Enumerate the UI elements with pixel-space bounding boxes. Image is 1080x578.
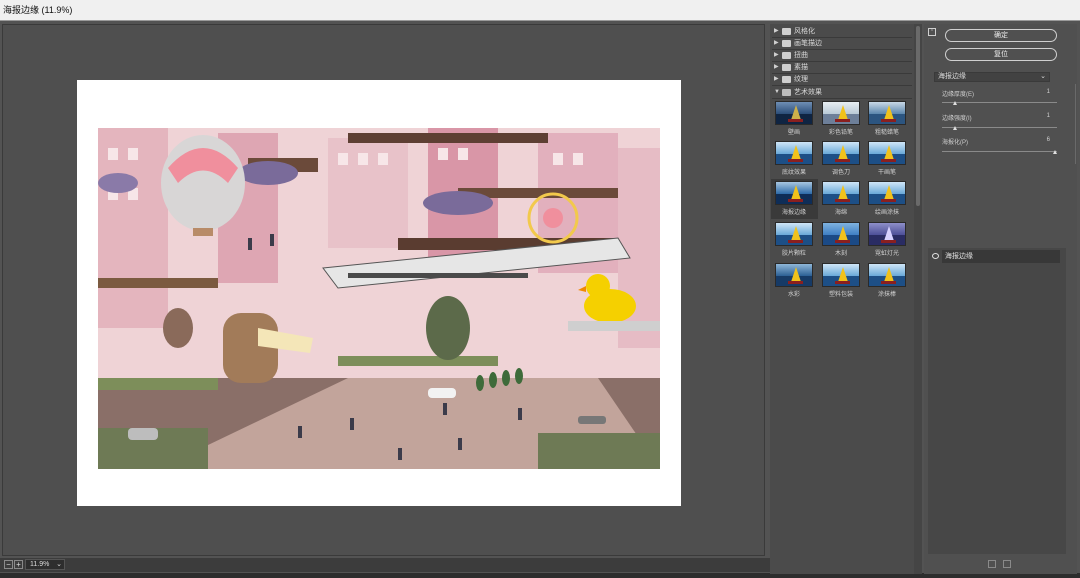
chevron-down-icon: ⌄ <box>56 561 62 568</box>
folder-icon <box>782 76 791 83</box>
edge-thickness-value[interactable]: 1 <box>1036 89 1050 95</box>
expand-triangle-icon: ▶ <box>774 52 779 58</box>
filter-label: 粗糙蜡笔 <box>874 130 899 136</box>
new-effect-layer-icon[interactable] <box>988 560 996 568</box>
edge-thickness-slider-knob[interactable] <box>953 101 958 105</box>
folder-label: 画笔描边 <box>794 40 822 47</box>
collapse-triangle-icon: ▼ <box>774 89 780 95</box>
filter-thumb-fresco[interactable] <box>775 101 813 125</box>
zoom-out-button[interactable]: − <box>4 560 13 569</box>
filter-thumb-watercolor[interactable] <box>775 263 813 287</box>
filter-thumb-film-grain[interactable] <box>775 222 813 246</box>
filter-label: 涂抹棒 <box>877 292 896 298</box>
folder-label: 艺术效果 <box>794 89 822 96</box>
folder-label: 扭曲 <box>794 52 808 59</box>
eye-icon[interactable] <box>932 253 939 259</box>
edge-intensity-label: 边缘强度(I) <box>942 116 972 122</box>
edge-intensity-slider[interactable] <box>942 127 1057 128</box>
filter-thumb-paint-daubs[interactable] <box>868 181 906 205</box>
folder-icon <box>782 40 791 47</box>
trash-icon[interactable] <box>1003 560 1011 568</box>
posterization-value[interactable]: 6 <box>1036 137 1050 143</box>
filter-thumb-palette-knife[interactable] <box>822 141 860 165</box>
folder-artistic[interactable]: ▼ 艺术效果 <box>772 87 912 99</box>
effect-layer-row[interactable]: 海报边缘 <box>942 250 1060 263</box>
filter-label: 海报边缘 <box>781 210 806 216</box>
filter-label: 绘画涂抹 <box>874 210 899 216</box>
filter-label: 壁画 <box>787 130 800 136</box>
filter-thumb-plastic-wrap[interactable] <box>822 263 860 287</box>
reset-button[interactable]: 复位 <box>945 48 1057 61</box>
filter-label: 彩色铅笔 <box>828 130 853 136</box>
filter-thumb-cutout[interactable] <box>822 222 860 246</box>
open-folder-icon <box>782 89 791 96</box>
filter-label: 霓虹灯光 <box>874 251 899 257</box>
filter-label: 水彩 <box>787 292 800 298</box>
filter-thumb-colored-pencil[interactable] <box>822 101 860 125</box>
expand-triangle-icon: ▶ <box>774 64 779 70</box>
folder-texture[interactable]: ▶ 纹理 <box>772 74 912 86</box>
folder-label: 纹理 <box>794 76 808 83</box>
edge-thickness-label: 边缘厚度(E) <box>942 92 974 98</box>
posterization-slider-knob[interactable] <box>1053 150 1057 154</box>
filter-label: 干画笔 <box>877 170 896 176</box>
filter-label: 塑料包装 <box>828 292 853 298</box>
folder-sketch[interactable]: ▶ 素描 <box>772 62 912 74</box>
posterization-label: 海报化(P) <box>942 140 968 146</box>
edge-thickness-slider[interactable] <box>942 102 1057 103</box>
preview-image[interactable] <box>98 128 660 469</box>
folder-icon <box>782 52 791 59</box>
preview-artwork <box>98 128 660 469</box>
expand-triangle-icon: ▶ <box>774 28 779 34</box>
window-title: 海报边缘 (11.9%) <box>0 0 1080 20</box>
folder-label: 素描 <box>794 64 808 71</box>
filter-thumb-dry-brush[interactable] <box>868 141 906 165</box>
filter-thumb-sponge[interactable] <box>822 181 860 205</box>
expand-triangle-icon: ▶ <box>774 40 779 46</box>
folder-label: 风格化 <box>794 28 815 35</box>
filter-thumb-poster-edges[interactable] <box>775 181 813 205</box>
folder-icon <box>782 64 791 71</box>
zoom-dropdown[interactable]: 11.9% ⌄ <box>25 559 65 570</box>
filter-thumb-rough-pastels[interactable] <box>868 101 906 125</box>
gallery-scrollbar-thumb[interactable] <box>916 26 920 206</box>
filter-thumb-underpainting[interactable] <box>775 141 813 165</box>
edge-intensity-slider-knob[interactable] <box>953 126 958 130</box>
status-bar: − + 11.9% ⌄ <box>0 558 770 572</box>
folder-stylize[interactable]: ▶ 风格化 <box>772 26 912 38</box>
filter-select[interactable]: 海报边缘 ⌄ <box>934 72 1050 82</box>
expand-triangle-icon: ▶ <box>774 76 779 82</box>
zoom-value: 11.9% <box>30 561 50 568</box>
collapse-gallery-button[interactable]: ⌃ <box>928 28 936 36</box>
filter-label: 胶片颗粒 <box>781 251 806 257</box>
posterization-slider[interactable] <box>942 151 1057 152</box>
filter-label: 底纹效果 <box>781 170 806 176</box>
zoom-in-button[interactable]: + <box>14 560 23 569</box>
effect-layers-panel <box>928 248 1066 554</box>
edge-intensity-value[interactable]: 1 <box>1036 113 1050 119</box>
folder-icon <box>782 28 791 35</box>
filter-label: 调色刀 <box>831 170 850 176</box>
folder-distort[interactable]: ▶ 扭曲 <box>772 50 912 62</box>
filter-thumb-neon-glow[interactable] <box>868 222 906 246</box>
filter-label: 海绵 <box>834 210 847 216</box>
ok-button[interactable]: 确定 <box>945 29 1057 42</box>
filter-thumb-smudge-stick[interactable] <box>868 263 906 287</box>
filter-label: 木刻 <box>834 251 847 257</box>
chevron-down-icon: ⌄ <box>1040 73 1046 80</box>
titlebar-divider <box>0 20 1080 21</box>
filter-select-value: 海报边缘 <box>938 73 966 80</box>
folder-brush-strokes[interactable]: ▶ 画笔描边 <box>772 38 912 50</box>
